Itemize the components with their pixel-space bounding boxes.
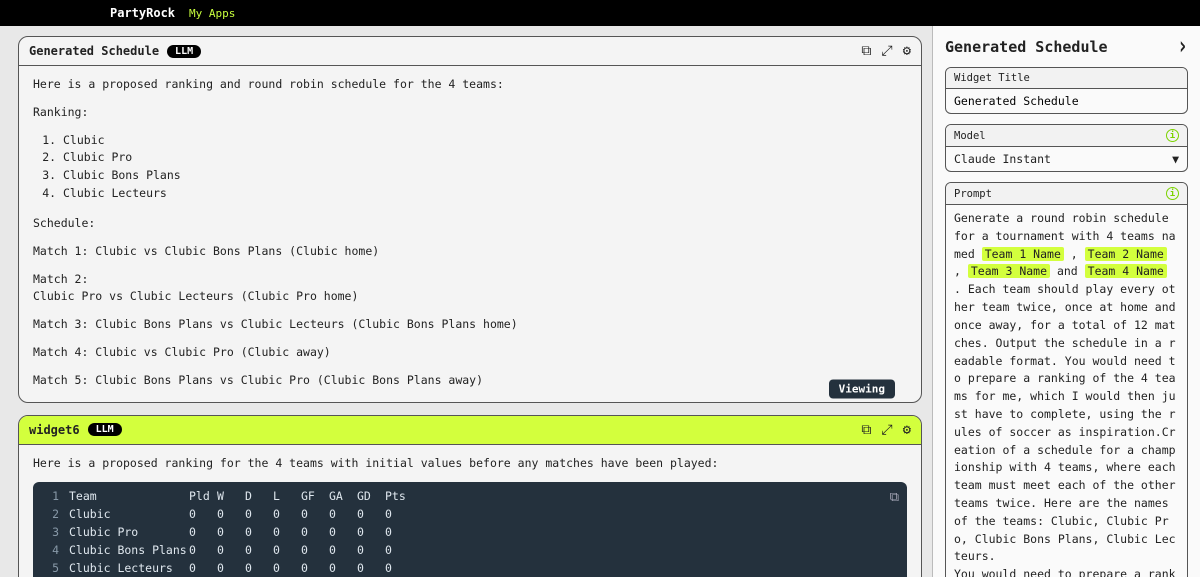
- table-header-row: TeamPldWDLGFGAGDPts: [69, 488, 413, 506]
- logo: PartyRock: [110, 6, 175, 20]
- llm-badge: LLM: [167, 45, 201, 58]
- ranking-list: Clubic Clubic Pro Clubic Bons Plans Club…: [63, 132, 907, 203]
- list-item: Clubic Pro: [63, 149, 907, 167]
- expand-icon[interactable]: ⤢: [881, 422, 892, 438]
- match-line: Match 4: Clubic vs Clubic Pro (Clubic aw…: [33, 344, 907, 362]
- table-row: Clubic Bons Plans00000000: [69, 542, 413, 560]
- match-line: Match 1: Clubic vs Clubic Bons Plans (Cl…: [33, 243, 907, 261]
- viewing-badge: Viewing: [829, 379, 895, 398]
- field-label: Model: [954, 130, 986, 142]
- widget-header: widget6 LLM ⧉ ⤢ ⚙: [19, 416, 921, 445]
- panel-title: Generated Schedule: [945, 38, 1108, 56]
- match-line: Match 5: Clubic Bons Plans vs Clubic Pro…: [33, 372, 907, 390]
- widget-header: Generated Schedule LLM ⧉ ⤢ ⚙: [19, 37, 921, 66]
- settings-icon[interactable]: ⚙: [903, 422, 911, 438]
- chevron-down-icon: ▼: [1172, 152, 1179, 166]
- my-apps-link[interactable]: My Apps: [189, 7, 235, 20]
- variable-chip[interactable]: Team 3 Name: [968, 264, 1050, 278]
- llm-badge: LLM: [88, 423, 122, 436]
- widget-generated-schedule: Generated Schedule LLM ⧉ ⤢ ⚙ Here is a p…: [18, 36, 922, 403]
- widget-title: Generated Schedule: [29, 44, 159, 58]
- ranking-table: ⧉ 1 TeamPldWDLGFGAGDPts 2 Clubic00000000…: [33, 482, 907, 577]
- prompt-field: Prompt i Generate a round robin schedule…: [945, 182, 1188, 577]
- info-icon[interactable]: i: [1166, 187, 1179, 200]
- settings-icon[interactable]: ⚙: [903, 43, 911, 59]
- list-item: Clubic: [63, 132, 907, 150]
- copy-icon[interactable]: ⧉: [861, 422, 871, 438]
- model-field: Model i Claude Instant ▼: [945, 124, 1188, 172]
- field-label: Widget Title: [954, 72, 1030, 84]
- match-line: Match 2:: [33, 271, 907, 289]
- table-row: Clubic00000000: [69, 506, 413, 524]
- widget-widget6: widget6 LLM ⧉ ⤢ ⚙ Here is a proposed ran…: [18, 415, 922, 577]
- expand-icon[interactable]: ⤢: [881, 43, 892, 59]
- prompt-textarea[interactable]: Generate a round robin schedule for a to…: [946, 205, 1187, 577]
- canvas-area: Generated Schedule LLM ⧉ ⤢ ⚙ Here is a p…: [0, 26, 932, 577]
- field-label: Prompt: [954, 188, 992, 200]
- ranking-label: Ranking:: [33, 104, 907, 122]
- widget-title: widget6: [29, 423, 80, 437]
- list-item: Clubic Lecteurs: [63, 185, 907, 203]
- widget-title-input[interactable]: [954, 94, 1179, 108]
- table-row: Clubic Lecteurs00000000: [69, 560, 413, 577]
- list-item: Clubic Bons Plans: [63, 167, 907, 185]
- model-select[interactable]: Claude Instant ▼: [946, 147, 1187, 171]
- intro-text: Here is a proposed ranking for the 4 tea…: [33, 455, 907, 473]
- intro-text: Here is a proposed ranking and round rob…: [33, 76, 907, 94]
- variable-chip[interactable]: Team 2 Name: [1085, 247, 1167, 261]
- variable-chip[interactable]: Team 1 Name: [982, 247, 1064, 261]
- copy-code-icon[interactable]: ⧉: [890, 488, 899, 508]
- side-panel: Generated Schedule › Widget Title Model …: [932, 26, 1200, 577]
- match-line: Clubic Pro vs Clubic Lecteurs (Clubic Pr…: [33, 288, 907, 306]
- info-icon[interactable]: i: [1166, 129, 1179, 142]
- top-nav: PartyRock My Apps: [0, 0, 1200, 26]
- widget-title-field: Widget Title: [945, 67, 1188, 114]
- copy-icon[interactable]: ⧉: [861, 43, 871, 59]
- schedule-label: Schedule:: [33, 215, 907, 233]
- table-row: Clubic Pro00000000: [69, 524, 413, 542]
- match-line: Match 3: Clubic Bons Plans vs Clubic Lec…: [33, 316, 907, 334]
- variable-chip[interactable]: Team 4 Name: [1085, 264, 1167, 278]
- chevron-right-icon[interactable]: ›: [1177, 32, 1188, 61]
